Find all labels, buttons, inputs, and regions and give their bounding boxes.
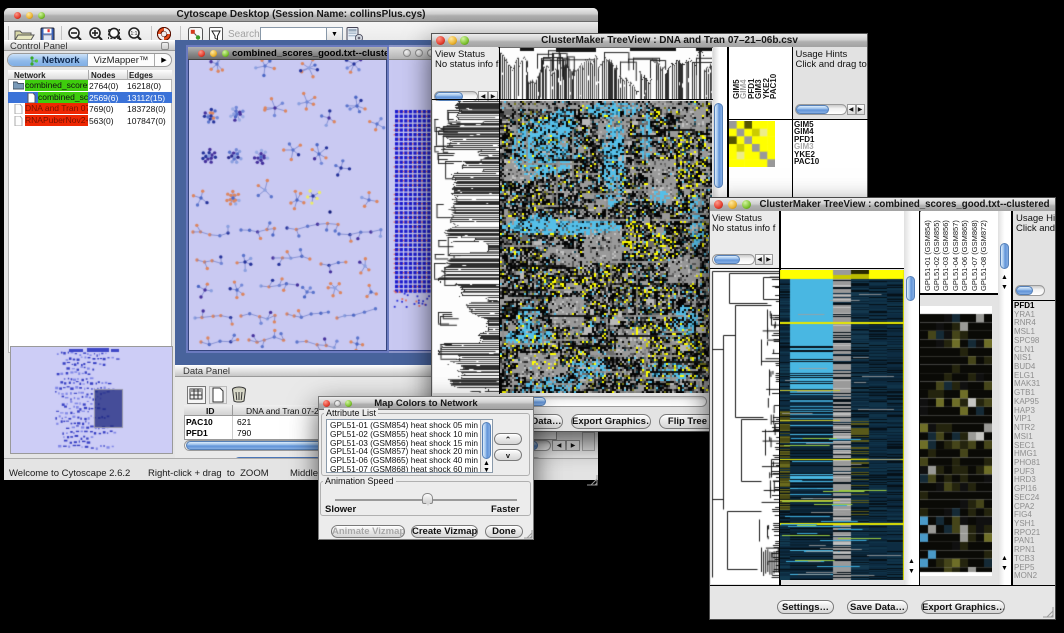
- svg-text:1:1: 1:1: [131, 31, 138, 37]
